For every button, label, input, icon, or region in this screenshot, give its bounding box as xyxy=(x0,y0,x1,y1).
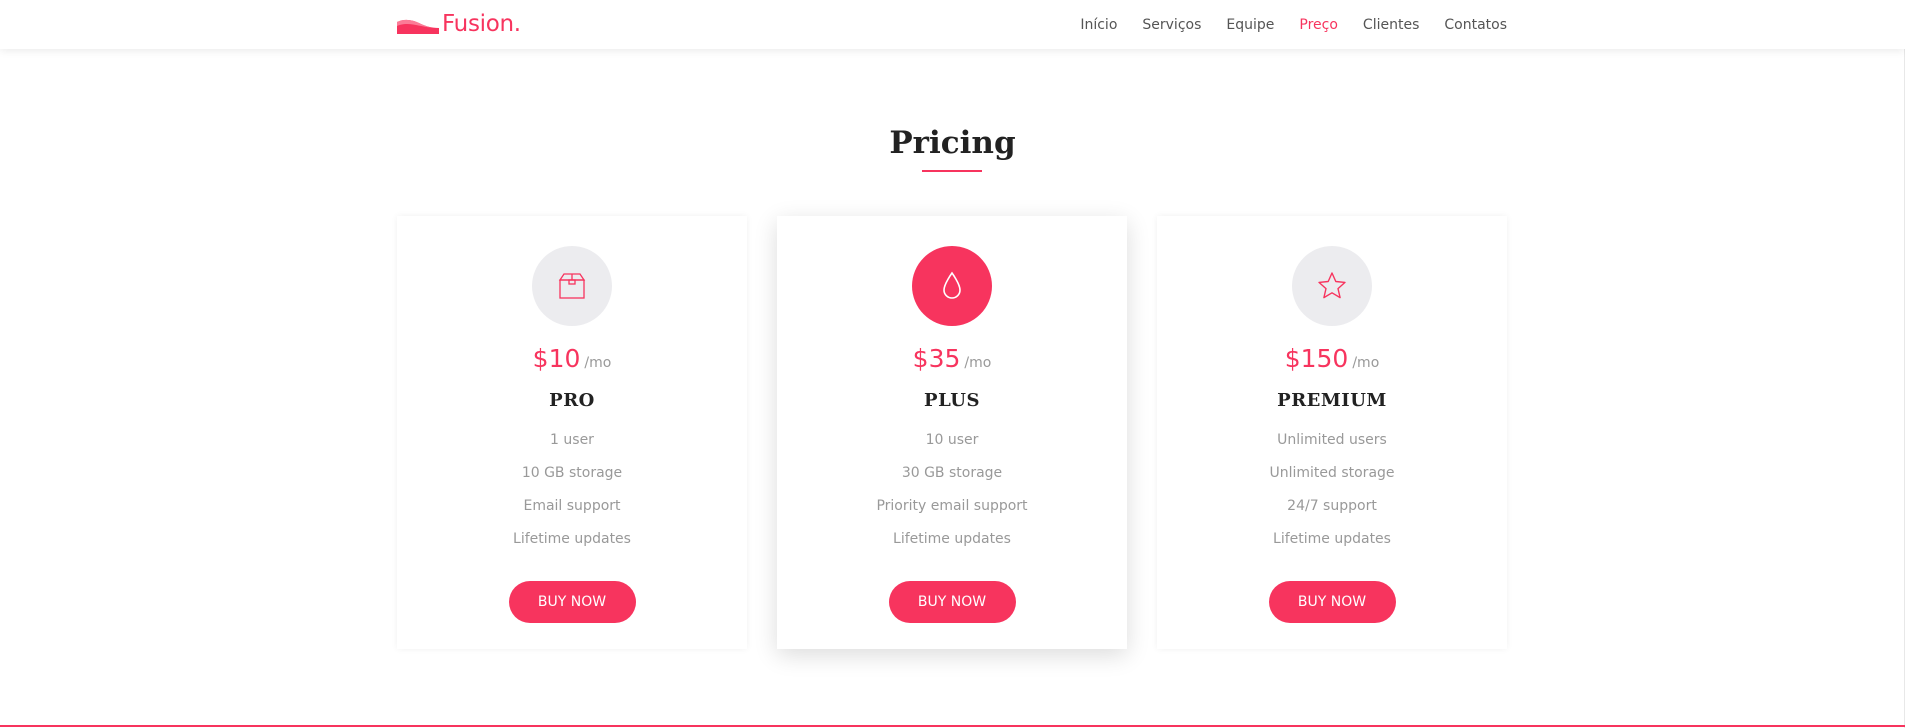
plan-name: PRO xyxy=(549,390,595,411)
main-nav: Início Serviços Equipe Preço Clientes Co… xyxy=(1055,16,1507,34)
section-bottom-border xyxy=(0,725,1905,727)
buy-now-button[interactable]: BUY NOW xyxy=(888,581,1016,623)
feature-item: Unlimited storage xyxy=(1269,465,1395,481)
droplet-icon xyxy=(943,271,961,299)
feature-item: Lifetime updates xyxy=(1273,531,1391,547)
nav-item-clientes[interactable]: Clientes xyxy=(1363,16,1419,34)
feature-item: Email support xyxy=(523,498,621,514)
plan-icon-circle xyxy=(912,246,992,326)
feature-item: Lifetime updates xyxy=(513,531,631,547)
plan-price: $35 /mo xyxy=(777,344,1127,376)
price-amount: $150 xyxy=(1284,344,1349,373)
plan-price: $10 /mo xyxy=(397,344,747,376)
buy-now-button[interactable]: BUY NOW xyxy=(1268,581,1396,623)
feature-item: Lifetime updates xyxy=(893,531,1011,547)
section-title: Pricing xyxy=(889,125,1016,161)
feature-item: 24/7 support xyxy=(1287,498,1377,514)
star-icon xyxy=(1318,272,1346,299)
feature-list: 10 user 30 GB storage Priority email sup… xyxy=(777,424,1127,556)
nav-item-equipe[interactable]: Equipe xyxy=(1226,16,1274,34)
feature-item: 1 user xyxy=(550,432,594,448)
logo-mark-icon xyxy=(397,19,439,34)
feature-item: Unlimited users xyxy=(1277,432,1387,448)
nav-item-preco[interactable]: Preço xyxy=(1299,16,1338,34)
feature-item: 10 user xyxy=(925,432,979,448)
pricing-card-plus: $35 /mo PLUS 10 user 30 GB storage Prior… xyxy=(777,216,1127,649)
feature-item: 10 GB storage xyxy=(521,465,623,481)
box-icon xyxy=(558,273,586,299)
plan-name: PLUS xyxy=(924,390,980,411)
price-period: /mo xyxy=(584,355,612,371)
nav-item-inicio[interactable]: Início xyxy=(1080,16,1117,34)
price-amount: $10 xyxy=(532,344,581,373)
title-underline xyxy=(922,170,982,172)
feature-item: Priority email support xyxy=(876,498,1028,514)
pricing-card-pro: $10 /mo PRO 1 user 10 GB storage Email s… xyxy=(397,216,747,649)
nav-item-servicos[interactable]: Serviços xyxy=(1142,16,1201,34)
brand-logo[interactable]: Fusion. xyxy=(397,11,521,37)
navbar: Fusion. Início Serviços Equipe Preço Cli… xyxy=(0,0,1905,49)
price-amount: $35 xyxy=(912,344,961,373)
plan-price: $150 /mo xyxy=(1157,344,1507,376)
plan-icon-circle xyxy=(1292,246,1372,326)
price-period: /mo xyxy=(964,355,992,371)
plan-name: PREMIUM xyxy=(1277,390,1387,411)
feature-item: 30 GB storage xyxy=(901,465,1003,481)
plan-icon-circle xyxy=(532,246,612,326)
pricing-card-premium: $150 /mo PREMIUM Unlimited users Unlimit… xyxy=(1157,216,1507,649)
feature-list: 1 user 10 GB storage Email support Lifet… xyxy=(397,424,747,556)
buy-now-button[interactable]: BUY NOW xyxy=(508,581,636,623)
price-period: /mo xyxy=(1352,355,1380,371)
brand-name: Fusion. xyxy=(442,11,521,37)
nav-item-contatos[interactable]: Contatos xyxy=(1444,16,1507,34)
feature-list: Unlimited users Unlimited storage 24/7 s… xyxy=(1157,424,1507,556)
